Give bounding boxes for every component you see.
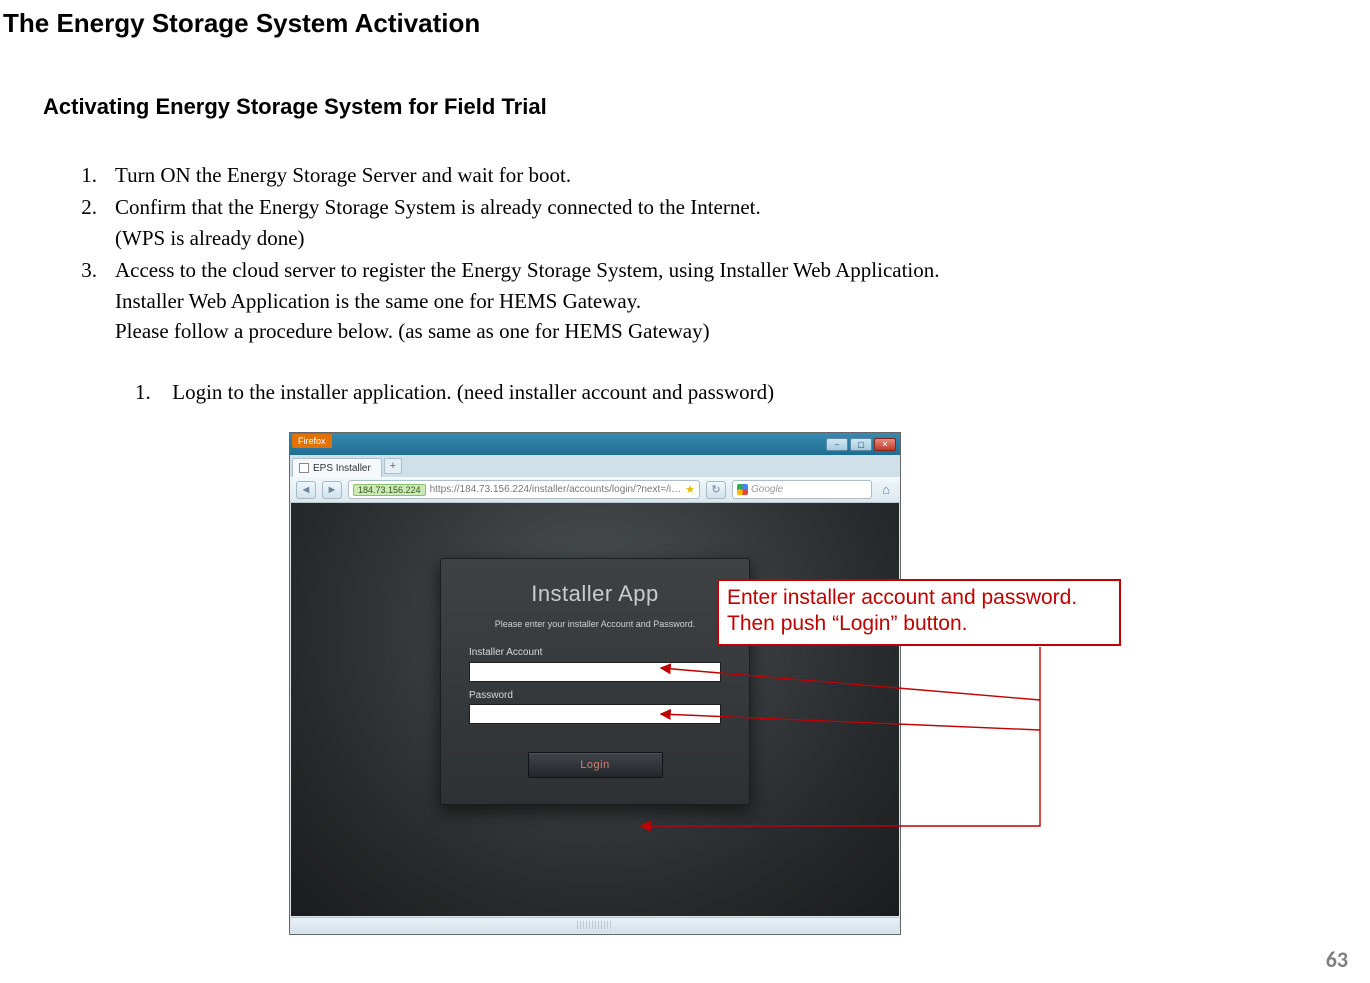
browser-tab[interactable]: EPS Installer	[292, 458, 382, 477]
account-label: Installer Account	[469, 647, 721, 658]
instruction-text: Access to the cloud server to register t…	[115, 255, 1273, 346]
firefox-menu-button[interactable]: Firefox	[292, 434, 332, 448]
sub-instruction: 1. Login to the installer application. (…	[135, 380, 774, 405]
page-number: 63	[1326, 946, 1348, 973]
callout-line: Enter installer account and password.	[727, 585, 1111, 611]
url-bar[interactable]: 184.73.156.224 https://184.73.156.224/in…	[348, 480, 700, 499]
instruction-number: 3.	[73, 255, 115, 346]
login-title: Installer App	[469, 581, 721, 607]
sub-instruction-number: 1.	[135, 380, 167, 405]
instruction-item: 3. Access to the cloud server to registe…	[73, 255, 1273, 346]
instruction-number: 2.	[73, 192, 115, 253]
login-panel: Installer App Please enter your installe…	[440, 558, 750, 805]
url-host-chip: 184.73.156.224	[353, 484, 426, 496]
section-subtitle: Activating Energy Storage System for Fie…	[43, 94, 547, 120]
google-icon	[737, 484, 748, 495]
new-tab-button[interactable]: +	[384, 458, 402, 474]
forward-button[interactable]: ►	[322, 481, 342, 499]
password-input[interactable]	[469, 704, 721, 724]
login-message: Please enter your installer Account and …	[469, 619, 721, 629]
login-button[interactable]: Login	[528, 752, 663, 778]
bookmark-star-icon[interactable]: ★	[685, 483, 695, 496]
url-text: https://184.73.156.224/installer/account…	[430, 484, 682, 495]
instruction-text: Turn ON the Energy Storage Server and wa…	[115, 160, 1273, 190]
instruction-item: 1. Turn ON the Energy Storage Server and…	[73, 160, 1273, 190]
callout-line: Then push “Login” button.	[727, 611, 1111, 637]
instruction-item: 2. Confirm that the Energy Storage Syste…	[73, 192, 1273, 253]
password-label: Password	[469, 690, 721, 701]
browser-screenshot: Firefox – ▢ ✕ EPS Installer + ◄ ► 184.73…	[289, 432, 901, 935]
home-button[interactable]: ⌂	[878, 482, 894, 498]
window-buttons: – ▢ ✕	[826, 438, 896, 451]
back-button[interactable]: ◄	[296, 481, 316, 499]
tab-strip: EPS Installer +	[290, 455, 900, 477]
status-grip-icon	[577, 921, 613, 929]
instruction-text: Confirm that the Energy Storage System i…	[115, 192, 1273, 253]
instruction-list: 1. Turn ON the Energy Storage Server and…	[73, 160, 1273, 349]
sub-instruction-text: Login to the installer application. (nee…	[172, 380, 774, 404]
reload-button[interactable]: ↻	[706, 481, 726, 499]
page-icon	[299, 463, 309, 473]
callout-box: Enter installer account and password. Th…	[717, 579, 1121, 646]
account-input[interactable]	[469, 662, 721, 682]
search-placeholder: Google	[751, 484, 783, 495]
close-button[interactable]: ✕	[874, 438, 896, 451]
address-toolbar: ◄ ► 184.73.156.224 https://184.73.156.22…	[290, 477, 900, 503]
window-titlebar: Firefox – ▢ ✕	[290, 433, 900, 455]
minimize-button[interactable]: –	[826, 438, 848, 451]
maximize-button[interactable]: ▢	[850, 438, 872, 451]
status-bar	[291, 917, 899, 933]
page-title: The Energy Storage System Activation	[3, 8, 480, 39]
tab-title: EPS Installer	[313, 463, 371, 474]
instruction-number: 1.	[73, 160, 115, 190]
search-box[interactable]: Google	[732, 480, 872, 499]
page-content: Installer App Please enter your installe…	[291, 503, 899, 916]
